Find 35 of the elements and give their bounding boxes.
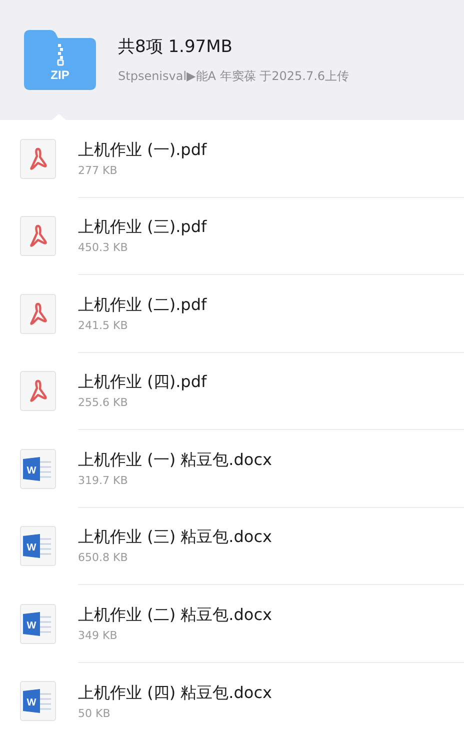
pdf-file-icon <box>20 216 56 256</box>
file-name: 上机作业 (一) 粘豆包.docx <box>78 450 273 471</box>
file-size: 650.8 KB <box>78 551 129 564</box>
file-item[interactable]: 上机作业 (四).pdf 255.6 KB <box>0 352 464 430</box>
archive-summary: 共8项 1.97MB <box>118 36 234 58</box>
word-file-icon: W <box>20 681 56 722</box>
file-item[interactable]: 上机作业 (三).pdf 450.3 KB <box>0 198 464 275</box>
file-item[interactable]: W 上机作业 (一) 粘豆包.docx 319.7 KB <box>0 430 464 508</box>
file-item[interactable]: W 上机作业 (三) 粘豆包.docx 650.8 KB <box>0 508 464 585</box>
file-name: 上机作业 (四) 粘豆包.docx <box>78 682 273 704</box>
file-name: 上机作业 (二).pdf <box>78 294 208 316</box>
file-name: 上机作业 (三).pdf <box>78 217 208 238</box>
file-size: 255.6 KB <box>78 396 129 410</box>
file-item[interactable]: 上机作业 (一).pdf 277 KB <box>0 120 464 198</box>
file-size: 50 KB <box>78 706 112 720</box>
file-item[interactable]: W 上机作业 (四) 粘豆包.docx 50 KB <box>0 662 464 740</box>
file-size: 349 KB <box>78 628 118 642</box>
upload-info: Stpsenisval▶能A 年窦葆 于2025.7.6上传 <box>118 68 350 85</box>
word-file-icon: W <box>20 526 56 566</box>
word-file-icon: W <box>20 448 56 489</box>
pdf-file-icon <box>20 371 56 412</box>
file-name: 上机作业 (二) 粘豆包.docx <box>78 604 273 626</box>
pdf-file-icon <box>20 294 56 334</box>
file-name: 上机作业 (四).pdf <box>78 372 208 394</box>
pdf-file-icon <box>20 138 56 179</box>
word-file-icon: W <box>20 604 56 644</box>
zip-folder-icon: ZIP <box>24 30 96 90</box>
file-size: 277 KB <box>78 164 118 177</box>
file-size: 450.3 KB <box>78 241 129 254</box>
file-name: 上机作业 (三) 粘豆包.docx <box>78 527 273 548</box>
file-size: 241.5 KB <box>78 318 129 332</box>
file-size: 319.7 KB <box>78 474 129 487</box>
file-name: 上机作业 (一).pdf <box>78 140 208 161</box>
file-item[interactable]: W 上机作业 (二) 粘豆包.docx 349 KB <box>0 585 464 662</box>
file-item[interactable]: 上机作业 (二).pdf 241.5 KB <box>0 275 464 352</box>
